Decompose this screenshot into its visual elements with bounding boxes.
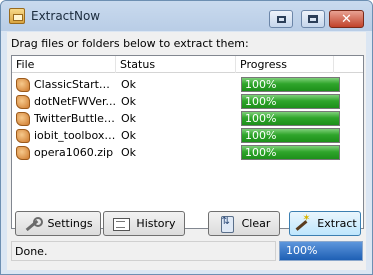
file-cell: opera1060.zip	[16, 144, 116, 161]
status-cell: Ok	[121, 129, 137, 142]
file-name: ClassicStartM...	[34, 78, 116, 91]
wrench-icon	[23, 216, 44, 232]
status-cell: Ok	[121, 146, 137, 159]
status-cell: Ok	[121, 112, 137, 125]
progress-bar: 100%	[241, 111, 340, 126]
minimize-button[interactable]	[269, 10, 293, 28]
list-item[interactable]: TwitterButtler... Ok 100%	[12, 110, 363, 127]
progress-label: 100%	[245, 129, 277, 142]
file-cell: iobit_toolbox....	[16, 127, 116, 144]
column-header-status[interactable]: Status	[116, 56, 236, 73]
list-header: File Status Progress	[12, 56, 363, 73]
settings-label: Settings	[47, 217, 93, 230]
file-cell: ClassicStartM...	[16, 76, 116, 93]
thumbs-up-icon	[16, 128, 30, 143]
status-text: Done.	[11, 241, 276, 261]
list-item[interactable]: ClassicStartM... Ok 100%	[12, 76, 363, 93]
extractnow-icon	[9, 8, 25, 24]
file-name: dotNetFWVer...	[34, 95, 116, 108]
progress-bar: 100%	[241, 94, 340, 109]
maximize-icon	[308, 15, 318, 23]
file-name: opera1060.zip	[34, 146, 114, 159]
column-header-file[interactable]: File	[12, 56, 116, 73]
progress-cell: 100%	[241, 128, 340, 143]
extract-label: Extract	[317, 217, 357, 230]
close-icon: ✕	[341, 11, 352, 27]
progress-bar: 100%	[241, 145, 340, 160]
clear-label: Clear	[241, 217, 271, 230]
status-cell: Ok	[121, 78, 137, 91]
client-area: Drag files or folders below to extract t…	[7, 32, 366, 270]
file-name: TwitterButtler...	[34, 112, 116, 125]
settings-button[interactable]: Settings	[15, 211, 101, 236]
thumbs-up-icon	[16, 145, 30, 160]
progress-cell: 100%	[241, 111, 340, 126]
overall-progress-bar: 100%	[279, 241, 363, 261]
progress-label: 100%	[245, 112, 277, 125]
file-list[interactable]: File Status Progress ClassicStartM... Ok…	[11, 55, 364, 229]
progress-cell: 100%	[241, 94, 340, 109]
clear-button[interactable]: Clear	[208, 211, 280, 236]
progress-label: 100%	[245, 146, 277, 159]
clear-list-icon	[218, 215, 236, 233]
title-bar[interactable]: ExtractNow ✕	[1, 1, 372, 31]
list-item[interactable]: opera1060.zip Ok 100%	[12, 144, 363, 161]
progress-bar: 100%	[241, 128, 340, 143]
list-item[interactable]: iobit_toolbox.... Ok 100%	[12, 127, 363, 144]
thumbs-up-icon	[16, 111, 30, 126]
close-button[interactable]: ✕	[329, 10, 364, 28]
history-button[interactable]: History	[103, 211, 185, 236]
window-title: ExtractNow	[31, 9, 101, 23]
minimize-icon	[276, 15, 286, 23]
extract-button[interactable]: Extract	[289, 211, 361, 236]
overall-progress-label: 100%	[286, 244, 318, 257]
history-label: History	[136, 217, 176, 230]
maximize-button[interactable]	[301, 10, 325, 28]
extractnow-window: ExtractNow ✕ Drag files or folders below…	[0, 0, 373, 275]
file-cell: TwitterButtler...	[16, 110, 116, 127]
thumbs-up-icon	[16, 94, 30, 109]
progress-label: 100%	[245, 95, 277, 108]
progress-cell: 100%	[241, 77, 340, 92]
instruction-label: Drag files or folders below to extract t…	[11, 37, 249, 50]
status-cell: Ok	[121, 95, 137, 108]
progress-cell: 100%	[241, 145, 340, 160]
magic-wand-icon	[293, 213, 311, 232]
file-name: iobit_toolbox....	[34, 129, 116, 142]
file-cell: dotNetFWVer...	[16, 93, 116, 110]
column-header-progress[interactable]: Progress	[236, 56, 334, 73]
history-icon	[112, 216, 131, 232]
status-bar: Done. 100%	[11, 241, 364, 264]
progress-bar: 100%	[241, 77, 340, 92]
progress-label: 100%	[245, 78, 277, 91]
thumbs-up-icon	[16, 77, 30, 92]
list-item[interactable]: dotNetFWVer... Ok 100%	[12, 93, 363, 110]
